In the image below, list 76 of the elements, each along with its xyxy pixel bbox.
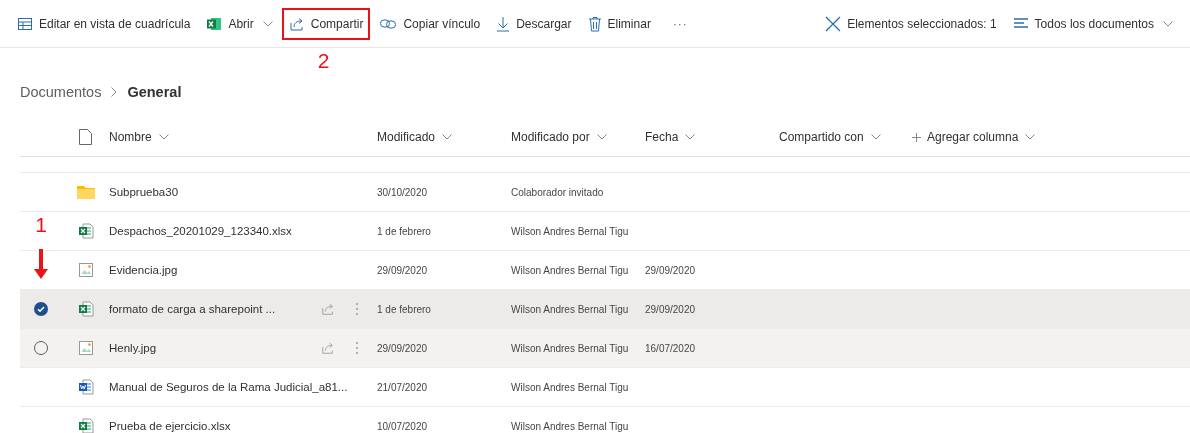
document-icon bbox=[77, 379, 94, 395]
file-name-link[interactable]: Henly.jpg bbox=[109, 342, 157, 354]
chevron-down-icon bbox=[158, 134, 169, 140]
table-cell: 29/09/2020 bbox=[645, 304, 696, 315]
toolbar-button[interactable]: Compartir bbox=[281, 7, 371, 40]
column-header[interactable]: Compartido con bbox=[779, 130, 881, 144]
file-name-link[interactable]: Manual de Seguros de la Rama Judicial_a81... bbox=[109, 381, 348, 393]
download-icon bbox=[496, 15, 511, 32]
column-header[interactable]: Agregar columna bbox=[912, 130, 1036, 144]
table-cell: Wilson Andres Bernal Tigu bbox=[511, 304, 629, 315]
file-name-link[interactable]: formato de carga a sharepoint ... bbox=[109, 303, 276, 315]
table-cell: 1 de febrero bbox=[377, 304, 431, 315]
table-row[interactable]: Henly.jpg 29/09/2020 Wilson Andres Bernal Tigu 16/07/2020 bbox=[20, 329, 1190, 368]
table-row[interactable]: Prueba de ejercicio.xlsx 10/07/2020 Wilson Andres Bernal Tigu bbox=[20, 407, 1190, 433]
table-row[interactable]: formato de carga a sharepoint ... 1 de febrero Wilson Andres Bernal Tigu 29/09/2020 bbox=[20, 290, 1190, 329]
table-cell: 1 de febrero bbox=[377, 226, 431, 237]
toolbar-button[interactable]: Editar en vista de cuadrícula bbox=[10, 7, 198, 40]
toolbar-button[interactable]: Eliminar bbox=[580, 7, 658, 40]
column-header[interactable]: Modificado por bbox=[511, 130, 607, 144]
grid-icon bbox=[17, 15, 33, 32]
file-name-link[interactable]: Prueba de ejercicio.xlsx bbox=[109, 420, 231, 432]
toolbar-button[interactable]: Elementos seleccionados: 1 bbox=[818, 7, 1004, 40]
annotation-number: 1 bbox=[35, 214, 47, 235]
column-header[interactable]: Fecha bbox=[645, 130, 696, 144]
table-cell: 21/07/2020 bbox=[377, 382, 428, 393]
table-cell: 29/09/2020 bbox=[377, 265, 428, 276]
table-cell: 10/07/2020 bbox=[377, 421, 428, 432]
table-cell: Wilson Andres Bernal Tigu bbox=[511, 421, 629, 432]
more-button[interactable]: ··· bbox=[659, 8, 695, 39]
spreadsheet-icon bbox=[77, 301, 94, 317]
toolbar-button[interactable]: Descargar bbox=[489, 7, 579, 40]
arrow-icon bbox=[34, 249, 48, 279]
annotation-number: 2 bbox=[317, 49, 330, 71]
file-icon bbox=[79, 129, 92, 145]
breadcrumb-link[interactable]: Documentos bbox=[20, 84, 102, 100]
table-cell: Wilson Andres Bernal Tigu bbox=[511, 226, 629, 237]
spreadsheet-icon bbox=[206, 15, 223, 32]
column-header[interactable]: Modificado bbox=[377, 130, 453, 144]
file-name-link[interactable]: Evidencia.jpg bbox=[109, 264, 178, 276]
share-icon[interactable] bbox=[321, 302, 335, 316]
toolbar-button[interactable]: Todos los documentos bbox=[1005, 8, 1180, 39]
table-cell: 29/09/2020 bbox=[377, 343, 428, 354]
more-vertical-icon[interactable] bbox=[355, 341, 359, 355]
share-icon bbox=[288, 15, 305, 32]
spreadsheet-icon bbox=[77, 223, 94, 239]
table-cell: Wilson Andres Bernal Tigu bbox=[511, 382, 629, 393]
breadcrumb-link[interactable]: General bbox=[127, 84, 182, 100]
chevron-down-icon bbox=[685, 134, 696, 140]
table-row[interactable]: Manual de Seguros de la Rama Judicial_a81... 21/07/2020 Wilson Andres Bernal Tigu bbox=[20, 368, 1190, 407]
toolbar-button[interactable]: Abrir bbox=[199, 7, 280, 40]
chevron-down-icon bbox=[596, 134, 607, 140]
folder-icon bbox=[76, 185, 95, 199]
lines-icon bbox=[1012, 16, 1029, 31]
image-icon bbox=[77, 262, 94, 278]
chevron-down-icon bbox=[442, 134, 453, 140]
toolbar-button[interactable]: Copiar vínculo bbox=[372, 7, 488, 40]
table-row[interactable]: Subprueba30 30/10/2020 Colaborador invitado bbox=[20, 173, 1190, 212]
plus-icon bbox=[912, 132, 921, 142]
close-icon bbox=[825, 15, 842, 32]
row-checkbox[interactable] bbox=[34, 302, 48, 316]
more-vertical-icon[interactable] bbox=[355, 302, 359, 316]
table-cell: 16/07/2020 bbox=[645, 343, 696, 354]
chevron-down-icon bbox=[870, 134, 881, 140]
file-name-link[interactable]: Subprueba30 bbox=[109, 186, 179, 198]
table-cell: 30/10/2020 bbox=[377, 187, 428, 198]
table-cell: Wilson Andres Bernal Tigu bbox=[511, 265, 629, 276]
table-cell: Wilson Andres Bernal Tigu bbox=[511, 343, 629, 354]
column-header[interactable]: Nombre bbox=[109, 130, 169, 144]
file-name-link[interactable]: Despachos_20201029_123340.xlsx bbox=[109, 225, 292, 237]
trash-icon bbox=[587, 15, 602, 32]
table-cell: 29/09/2020 bbox=[645, 265, 696, 276]
table-cell: Colaborador invitado bbox=[511, 187, 604, 198]
spreadsheet-icon bbox=[77, 418, 94, 433]
image-icon bbox=[77, 340, 94, 356]
share-icon[interactable] bbox=[321, 341, 335, 355]
chevron-down-icon bbox=[1025, 134, 1036, 140]
